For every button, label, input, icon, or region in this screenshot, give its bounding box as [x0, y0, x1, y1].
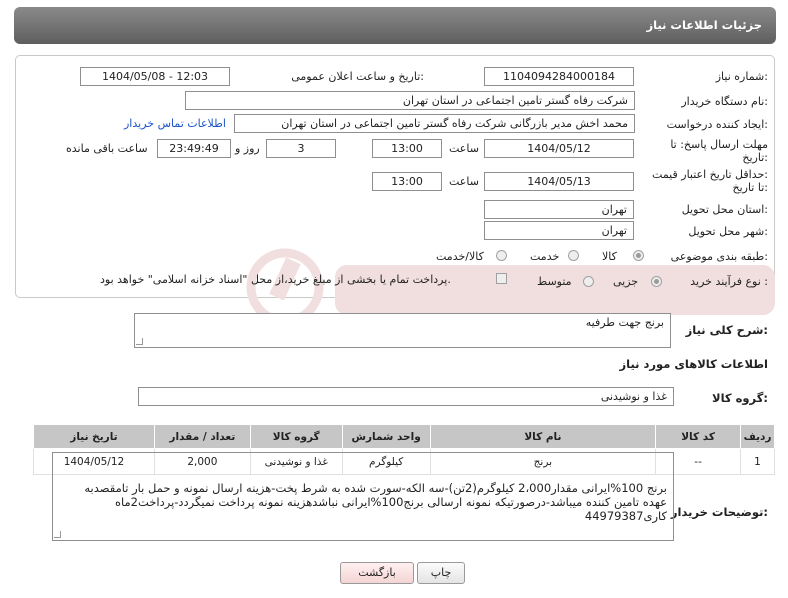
treasury-payment-note: پرداخت تمام یا بخشی از مبلغ خرید،از محل … [100, 273, 451, 286]
deadline-date-field: 1404/05/12 [484, 139, 634, 158]
col-unit: واحد شمارش [341, 424, 431, 449]
goods-group-field: غذا و نوشیدنی [138, 387, 674, 406]
resize-handle-icon[interactable] [136, 338, 144, 346]
category-radio-service[interactable] [568, 250, 579, 261]
buyer-contact-link[interactable]: اطلاعات تماس خریدار [124, 117, 226, 130]
deadline-time-label: ساعت [449, 142, 479, 155]
purchase-radio-medium[interactable] [583, 276, 594, 287]
purchase-option-medium: متوسط [537, 275, 572, 288]
delivery-province-label: استان محل تحویل: [681, 203, 768, 216]
remaining-time-field: 23:49:49 [157, 139, 231, 158]
purchase-option-minor: جزیی [613, 275, 639, 288]
purchase-radio-minor[interactable] [651, 276, 662, 287]
col-row: ردیف [740, 424, 775, 449]
announce-datetime-field: 1404/05/08 - 12:03 [80, 67, 230, 86]
price-validity-label: حداقل تاریخ اعتبار قیمت: [652, 168, 768, 181]
summary-label: شرح کلی نیاز: [685, 323, 768, 337]
category-option-goods-service: کالا/خدمت [436, 250, 484, 263]
deadline-label-date: تاریخ: [742, 151, 768, 164]
category-option-goods: کالا [602, 250, 617, 263]
col-code: کد کالا [655, 424, 742, 449]
need-number-label: شماره نیاز: [715, 70, 768, 83]
treasury-payment-checkbox[interactable] [496, 273, 507, 284]
summary-field[interactable]: برنج جهت طرفیه [134, 313, 671, 348]
delivery-city-field: تهران [484, 221, 634, 240]
buyer-notes-line: کاری44979387 [584, 509, 667, 523]
announce-label: تاریخ و ساعت اعلان عمومی: [291, 70, 424, 83]
page-header: جزئیات اطلاعات نیاز [14, 7, 776, 44]
creator-field: محمد اخش مدیر بازرگانی شرکت رفاه گستر تا… [234, 114, 635, 133]
back-button[interactable]: بازگشت [340, 562, 414, 584]
goods-group-label: گروه کالا: [712, 391, 768, 405]
buyer-notes-line: برنج 100%ایرانی مقدار2،000 کیلوگرم(2تن)-… [84, 481, 667, 495]
category-label: طبقه بندی موضوعی: [670, 250, 768, 263]
price-validity-label-date: تا تاریخ: [732, 181, 768, 194]
resize-handle-icon[interactable] [54, 531, 62, 539]
items-section-title: اطلاعات کالاهای مورد نیاز [619, 357, 768, 371]
col-quantity: تعداد / مقدار [153, 424, 251, 449]
deadline-days-field: 3 [266, 139, 336, 158]
need-number-field: 1104094284000184 [484, 67, 634, 86]
buyer-notes-line: عهده تامین کننده میباشد-درصورتیکه نمونه … [114, 495, 667, 509]
category-radio-goods-service[interactable] [496, 250, 507, 261]
deadline-days-label: روز و [235, 142, 260, 155]
buyer-org-label: نام دستگاه خریدار: [681, 95, 768, 108]
price-validity-time-label: ساعت [449, 175, 479, 188]
category-option-service: خدمت [530, 250, 560, 263]
items-table-header: ردیف کد کالا نام کالا واحد شمارش گروه کا… [33, 424, 775, 449]
deadline-time-field: 13:00 [372, 139, 442, 158]
remaining-time-label: ساعت باقی مانده [66, 142, 148, 155]
col-group: گروه کالا [249, 424, 343, 449]
price-validity-time-field: 13:00 [372, 172, 442, 191]
creator-label: ایجاد کننده درخواست: [666, 118, 768, 131]
delivery-city-label: شهر محل تحویل: [688, 225, 768, 238]
buyer-notes-label: توضیحات خریدار: [670, 505, 768, 519]
buyer-org-field: شرکت رفاه گستر تامین اجتماعی در استان ته… [185, 91, 635, 110]
print-button[interactable]: چاپ [417, 562, 465, 584]
delivery-province-field: تهران [484, 200, 634, 219]
price-validity-date-field: 1404/05/13 [484, 172, 634, 191]
col-name: نام کالا [429, 424, 657, 449]
purchase-type-label: نوع فرآیند خرید : [690, 275, 768, 288]
buyer-notes-field[interactable]: برنج 100%ایرانی مقدار2،000 کیلوگرم(2تن)-… [52, 452, 674, 541]
category-radio-goods[interactable] [633, 250, 644, 261]
deadline-label: مهلت ارسال پاسخ: تا [670, 138, 768, 151]
page-title: جزئیات اطلاعات نیاز [646, 18, 762, 32]
cell-row: 1 [740, 448, 775, 475]
col-date: تاریخ نیاز [33, 424, 155, 449]
